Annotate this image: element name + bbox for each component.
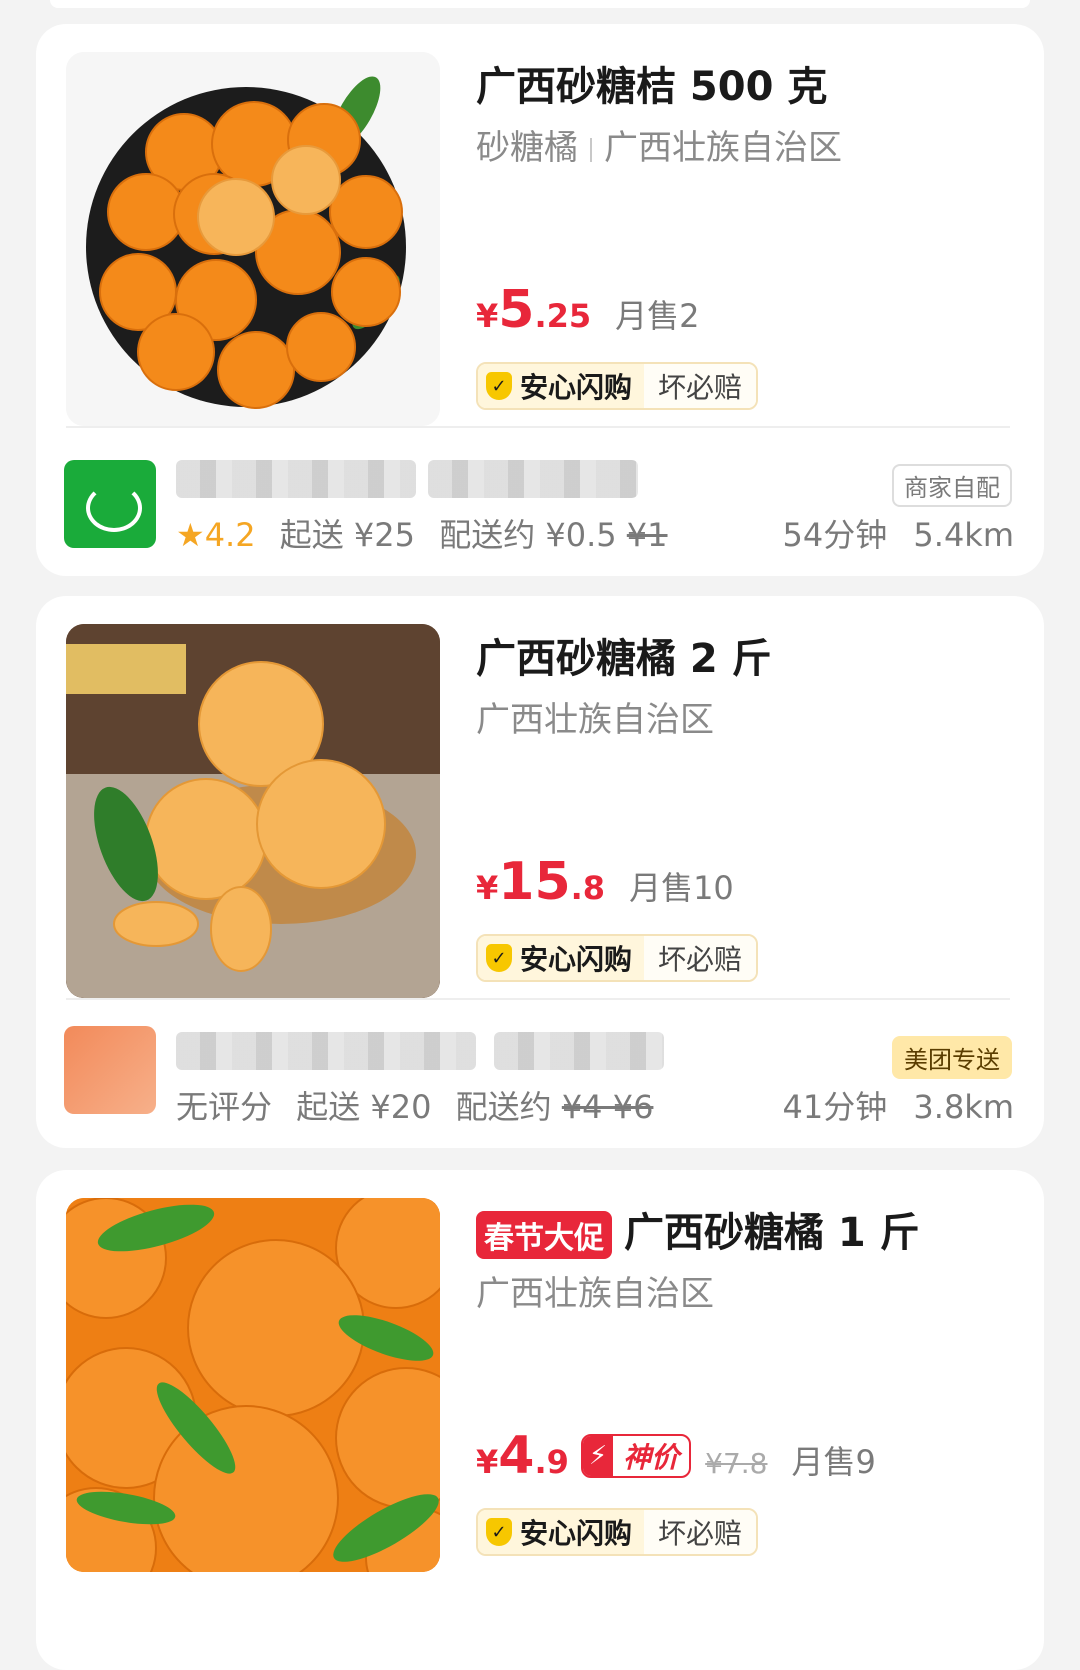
assurance-sub-label: 坏必赔 xyxy=(644,936,757,980)
store-info: ★4.2 起送 ¥25 配送约 ¥0.5 ¥1 xyxy=(176,510,668,556)
assurance-sub-label: 坏必赔 xyxy=(644,1510,757,1554)
delivery-fee: 配送约 xyxy=(455,1088,552,1126)
product-image[interactable] xyxy=(66,52,440,426)
product-image[interactable] xyxy=(66,624,440,998)
peeled-mandarin-bowl-image xyxy=(66,624,440,998)
delivery-time: 54分钟 xyxy=(782,516,888,554)
delivery-type-tag: 美团专送 xyxy=(892,1036,1012,1079)
variety-tag: 砂糖橘 xyxy=(476,128,578,168)
store-rating: 无评分 xyxy=(176,1088,273,1126)
price-row: ¥5.25 月售2 xyxy=(476,280,700,340)
store-name-blurred[interactable] xyxy=(176,1032,476,1070)
lightning-icon: ⚡ xyxy=(582,1436,614,1476)
delivery-fee-original: ¥1 xyxy=(626,516,668,554)
store-rating: 4.2 xyxy=(204,516,256,554)
assurance-main-label: 安心闪购 xyxy=(520,371,633,404)
product-title-text: 广西砂糖橘 1 斤 xyxy=(624,1210,920,1256)
monthly-sales: 月售9 xyxy=(791,1443,876,1481)
store-logo[interactable] xyxy=(64,1026,156,1114)
low-price-badge: ⚡ 神价 xyxy=(580,1434,692,1478)
previous-card-edge xyxy=(50,0,1030,8)
card-divider xyxy=(66,998,1010,1000)
delivery-distance: 3.8km xyxy=(913,1088,1014,1126)
delivery-distance: 5.4km xyxy=(913,516,1014,554)
assurance-badge[interactable]: ✓ 安心闪购 坏必赔 xyxy=(476,1508,759,1556)
min-order: 起送 ¥20 xyxy=(296,1088,432,1126)
price-row: ¥15.8 月售10 xyxy=(476,852,734,912)
store-name-blurred xyxy=(428,460,638,498)
product-card[interactable]: 广西砂糖桔 500 克 砂糖橘 广西壮族自治区 ¥5.25 月售2 ✓ 安心闪购 坏… xyxy=(36,24,1044,576)
product-title[interactable]: 春节大促 广西砂糖橘 1 斤 xyxy=(476,1200,920,1259)
mandarin-pile-image xyxy=(66,1198,440,1572)
shield-check-icon: ✓ xyxy=(486,372,512,400)
delivery-eta: 54分钟 5.4km xyxy=(783,510,1015,556)
store-name-blurred[interactable] xyxy=(176,460,416,498)
mandarin-plate-image xyxy=(66,52,440,426)
price: ¥5.25 xyxy=(476,280,592,340)
product-card[interactable]: 广西砂糖橘 2 斤 广西壮族自治区 ¥15.8 月售10 ✓ 安心闪购 坏必赔 美… xyxy=(36,596,1044,1148)
store-logo[interactable] xyxy=(64,460,156,548)
tag-separator xyxy=(590,137,592,162)
price-row: ¥4.9 ⚡ 神价 ¥7.8 月售9 xyxy=(476,1426,876,1486)
delivery-fee-original: ¥4 ¥6 xyxy=(561,1088,654,1126)
min-order: 起送 ¥25 xyxy=(279,516,416,554)
product-image[interactable] xyxy=(66,1198,440,1572)
origin-tag: 广西壮族自治区 xyxy=(604,128,842,168)
product-title[interactable]: 广西砂糖桔 500 克 xyxy=(476,54,827,112)
shield-check-icon: ✓ xyxy=(486,1518,512,1546)
origin-tag: 广西壮族自治区 xyxy=(476,1274,714,1314)
original-price: ¥7.8 xyxy=(705,1447,768,1480)
assurance-badge[interactable]: ✓ 安心闪购 坏必赔 xyxy=(476,934,759,982)
delivery-type-tag: 商家自配 xyxy=(892,464,1012,507)
delivery-time: 41分钟 xyxy=(782,1088,888,1126)
product-tags: 砂糖橘 广西壮族自治区 xyxy=(476,120,842,169)
shield-check-icon: ✓ xyxy=(486,944,512,972)
monthly-sales: 月售10 xyxy=(629,869,734,907)
monthly-sales: 月售2 xyxy=(615,297,700,335)
assurance-main-label: 安心闪购 xyxy=(520,943,633,976)
price: ¥4.9 xyxy=(476,1426,569,1486)
product-tags: 广西壮族自治区 xyxy=(476,692,714,741)
assurance-sub-label: 坏必赔 xyxy=(644,364,757,408)
origin-tag: 广西壮族自治区 xyxy=(476,700,714,740)
store-info: 无评分 起送 ¥20 配送约 ¥4 ¥6 xyxy=(176,1082,653,1128)
product-title[interactable]: 广西砂糖橘 2 斤 xyxy=(476,626,772,684)
store-name-blurred xyxy=(494,1032,664,1070)
assurance-main-label: 安心闪购 xyxy=(520,1517,633,1550)
delivery-eta: 41分钟 3.8km xyxy=(783,1082,1015,1128)
price: ¥15.8 xyxy=(476,852,606,912)
product-tags: 广西壮族自治区 xyxy=(476,1266,714,1315)
delivery-fee: 配送约 ¥0.5 xyxy=(439,516,617,554)
star-icon: ★ xyxy=(176,516,205,554)
assurance-badge[interactable]: ✓ 安心闪购 坏必赔 xyxy=(476,362,759,410)
promo-badge: 春节大促 xyxy=(476,1211,612,1259)
product-card[interactable]: 春节大促 广西砂糖橘 1 斤 广西壮族自治区 ¥4.9 ⚡ 神价 ¥7.8 月售9 … xyxy=(36,1170,1044,1670)
card-divider xyxy=(66,426,1010,428)
